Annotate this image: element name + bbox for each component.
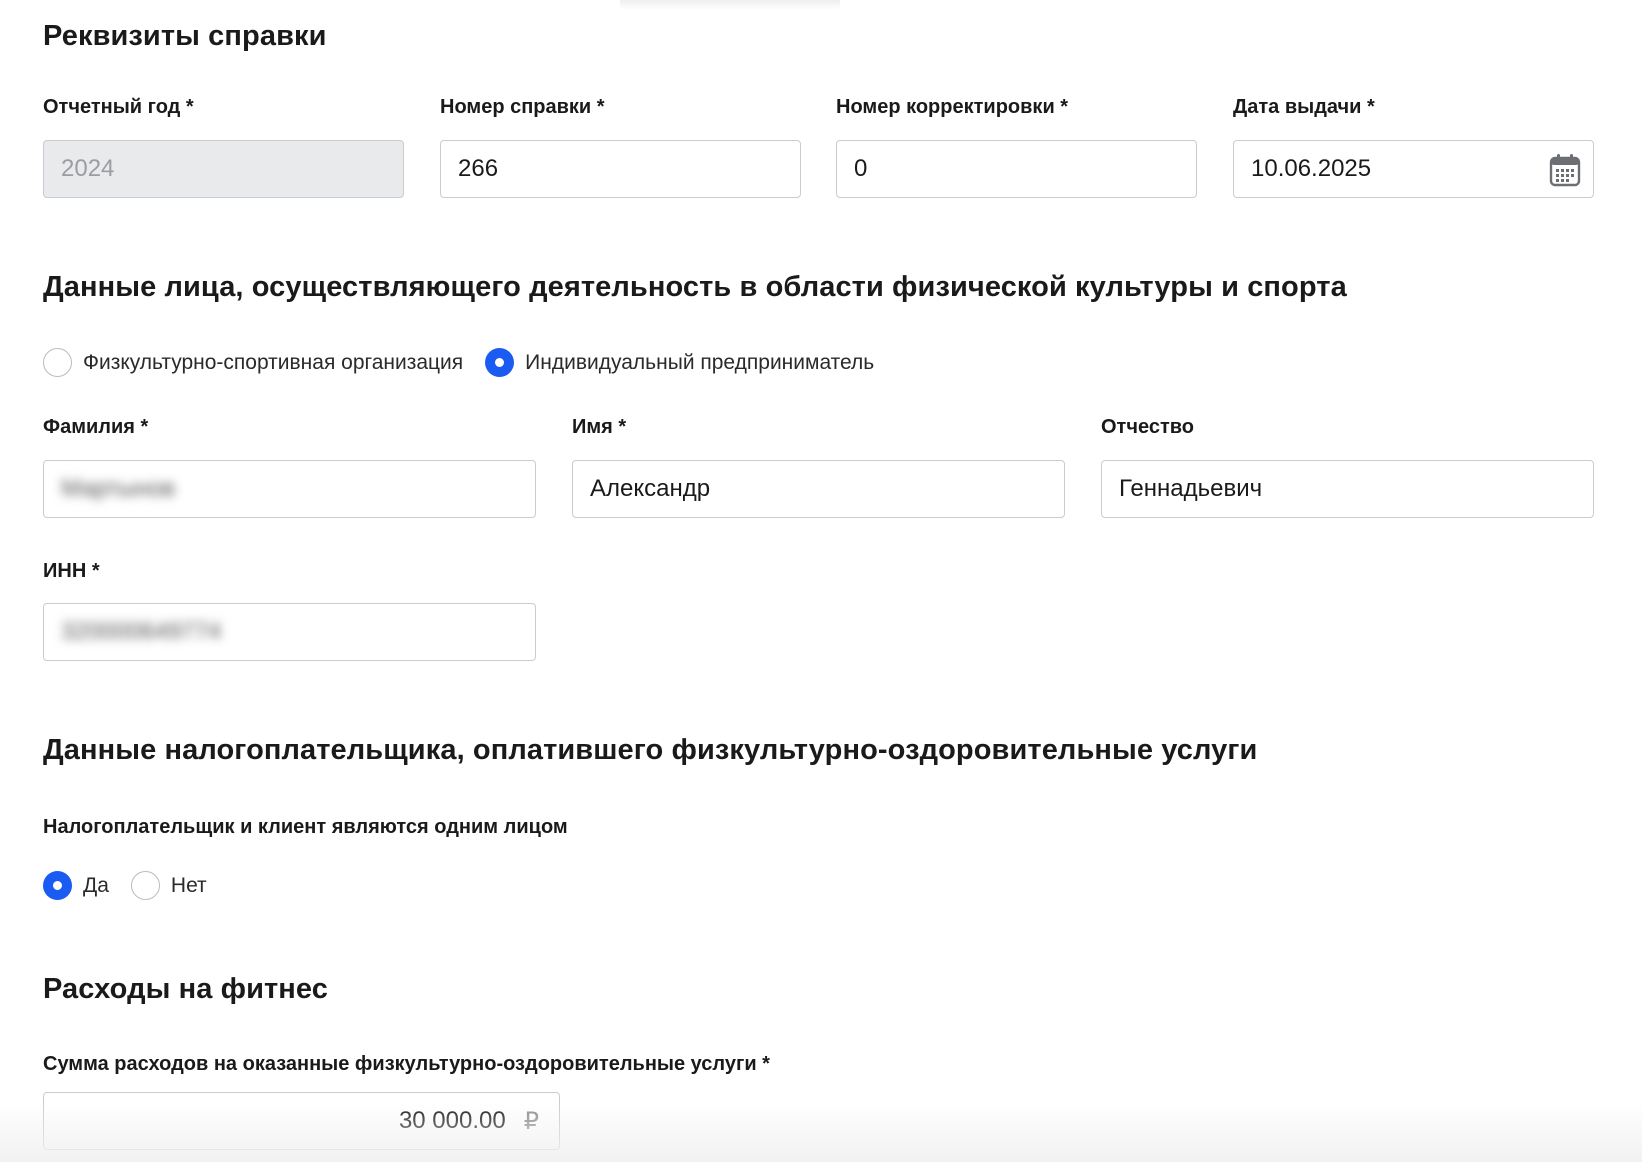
radio-circle-checked — [43, 871, 72, 900]
provider-type-radio-group: Физкультурно-спортивная организация Инди… — [43, 348, 896, 377]
amount-input[interactable]: 30 000.00 ₽ — [43, 1092, 560, 1150]
correction-number-input[interactable]: 0 — [836, 140, 1197, 198]
radio-label: Физкультурно-спортивная организация — [83, 350, 464, 374]
last-name-label: Фамилия * — [43, 416, 149, 438]
radio-individual-entrepreneur[interactable]: Индивидуальный предприниматель — [485, 348, 874, 377]
first-name-label: Имя * — [572, 416, 627, 438]
report-year-field: 2024 — [43, 140, 404, 198]
form-page: Реквизиты справки Отчетный год * 2024 Но… — [0, 0, 1642, 1162]
issue-date-label: Дата выдачи * — [1233, 96, 1375, 118]
amount-value: 30 000.00 — [398, 1107, 506, 1134]
report-year-label: Отчетный год * — [43, 96, 194, 118]
radio-yes[interactable]: Да — [43, 871, 109, 900]
calendar-icon[interactable] — [1549, 153, 1581, 194]
radio-no[interactable]: Нет — [130, 871, 207, 900]
section-title-taxpayer: Данные налогоплательщика, оплатившего фи… — [43, 734, 1258, 766]
issue-date-input[interactable]: 10.06.2025 — [1233, 140, 1594, 198]
radio-label: Индивидуальный предприниматель — [525, 350, 875, 374]
cert-number-label: Номер справки * — [440, 96, 605, 118]
correction-number-label: Номер корректировки * — [836, 96, 1069, 118]
radio-sport-organization[interactable]: Физкультурно-спортивная организация — [43, 348, 463, 377]
radio-label: Да — [83, 873, 109, 897]
radio-circle — [130, 871, 160, 900]
same-person-label: Налогоплательщик и клиент являются одним… — [43, 816, 568, 838]
section-title-expenses: Расходы на фитнес — [43, 973, 329, 1005]
radio-circle — [43, 348, 72, 377]
radio-circle-checked — [485, 348, 515, 377]
radio-label: Нет — [170, 873, 207, 897]
ruble-icon: ₽ — [523, 1107, 539, 1135]
section-title-requisites: Реквизиты справки — [43, 20, 327, 52]
patronymic-input[interactable]: Геннадьевич — [1101, 460, 1594, 518]
last-name-input[interactable]: Мартынов — [43, 460, 536, 518]
top-edge-shadow — [620, 0, 840, 10]
amount-label: Сумма расходов на оказанные физкультурно… — [43, 1053, 770, 1075]
section-title-provider: Данные лица, осуществляющего деятельност… — [43, 271, 1347, 303]
cert-number-input[interactable]: 266 — [440, 140, 801, 198]
inn-label: ИНН * — [43, 560, 100, 582]
patronymic-label: Отчество — [1101, 416, 1194, 438]
same-person-radio-group: Да Нет — [43, 871, 229, 900]
inn-input[interactable]: 320000649774 — [43, 603, 536, 661]
first-name-input[interactable]: Александр — [572, 460, 1065, 518]
